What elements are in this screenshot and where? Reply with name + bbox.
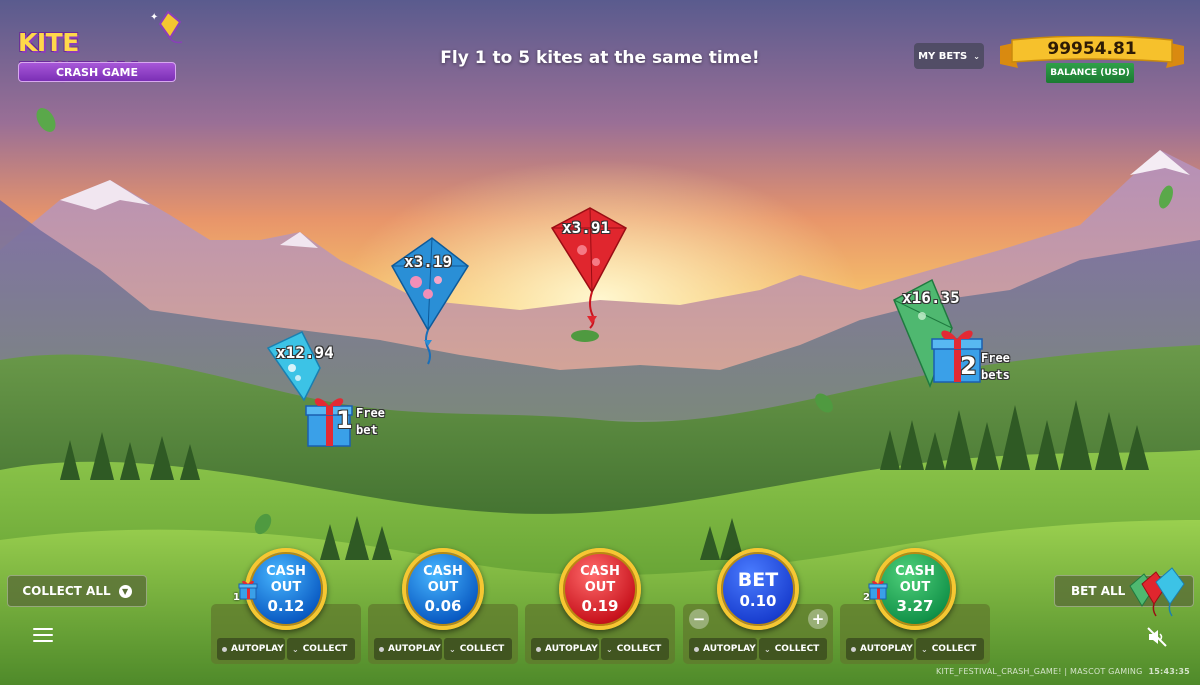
- kite-icon: ✦: [150, 10, 183, 44]
- chevron-down-icon: ⌄: [921, 644, 928, 654]
- collect-label: COLLECT: [616, 644, 662, 654]
- cash-out-value: 0.12: [267, 596, 305, 615]
- bet-label: BET: [737, 568, 779, 591]
- cash-text: CASH: [580, 563, 620, 579]
- chevron-down-icon: ▼: [118, 584, 132, 598]
- collect-all-button[interactable]: COLLECT ALL ▼: [7, 575, 147, 607]
- cash-out-label: CASH OUT: [885, 564, 945, 596]
- kite-4-free-bets-text: Free bets: [981, 350, 1010, 384]
- out-text: OUT: [899, 579, 931, 595]
- toggle-dot-icon: [851, 646, 856, 652]
- bets-label: bets: [981, 368, 1010, 382]
- autoplay-toggle[interactable]: AUTOPLAY: [689, 638, 757, 660]
- panel-toggles: AUTOPLAY ⌄ COLLECT: [846, 638, 984, 660]
- kite-1-free-bets-count: 1: [336, 406, 353, 434]
- kite-1-free-bets-text: Free bet: [356, 405, 385, 439]
- toggle-dot-icon: [694, 646, 699, 652]
- collect-label: COLLECT: [774, 644, 820, 654]
- out-text: OUT: [584, 579, 616, 595]
- out-text: OUT: [427, 579, 459, 595]
- gift-icon: [868, 580, 888, 600]
- free-bet-badge-count: 1: [233, 592, 240, 603]
- collect-label: COLLECT: [459, 644, 505, 654]
- cash-out-value: 3.27: [896, 596, 934, 615]
- collect-toggle[interactable]: ⌄ COLLECT: [287, 638, 355, 660]
- free-bet-badge-count: 2: [863, 592, 870, 603]
- bet-button[interactable]: BET 0.10: [717, 548, 799, 630]
- gift-icon: [238, 580, 258, 600]
- sound-muted-icon[interactable]: [1146, 626, 1168, 648]
- chevron-down-icon: ⌄: [449, 644, 456, 654]
- bet-label: bet: [356, 423, 378, 437]
- autoplay-label: AUTOPLAY: [388, 644, 441, 654]
- out-text: OUT: [270, 579, 302, 595]
- collect-all-label: COLLECT ALL: [22, 584, 111, 598]
- autoplay-toggle[interactable]: AUTOPLAY: [374, 638, 442, 660]
- increase-bet-button[interactable]: +: [808, 609, 828, 629]
- autoplay-label: AUTOPLAY: [231, 644, 284, 654]
- balance-amount: 99954.81: [1047, 39, 1137, 59]
- cash-out-label: CASH OUT: [570, 564, 630, 596]
- cash-out-label: CASH OUT: [413, 564, 473, 596]
- free-label: Free: [356, 406, 385, 420]
- footer-clock: 15:43:35: [1148, 667, 1190, 676]
- game-tagline: Fly 1 to 5 kites at the same time!: [440, 48, 760, 68]
- autoplay-toggle[interactable]: AUTOPLAY: [846, 638, 914, 660]
- chevron-down-icon: ⌄: [292, 644, 299, 654]
- autoplay-label: AUTOPLAY: [545, 644, 598, 654]
- my-bets-label: MY BETS: [918, 50, 968, 62]
- cash-text: CASH: [423, 563, 463, 579]
- autoplay-label: AUTOPLAY: [860, 644, 913, 654]
- cash-out-button-2[interactable]: CASH OUT 0.06: [402, 548, 484, 630]
- toggle-dot-icon: [379, 646, 384, 652]
- panel-toggles: AUTOPLAY ⌄ COLLECT: [374, 638, 512, 660]
- menu-icon[interactable]: [33, 628, 53, 644]
- balance-label: BALANCE (USD): [1046, 63, 1134, 83]
- autoplay-label: AUTOPLAY: [703, 644, 756, 654]
- kite-1-multiplier: x12.94: [276, 343, 334, 362]
- svg-text:✦: ✦: [150, 12, 158, 23]
- kite-2-multiplier: x3.19: [404, 252, 453, 271]
- chevron-down-icon: ⌄: [606, 644, 613, 654]
- cash-out-label: CASH OUT: [256, 564, 316, 596]
- cash-out-value: 0.06: [424, 596, 462, 615]
- bet-all-label: BET ALL: [1071, 584, 1126, 598]
- chevron-down-icon: ⌄: [764, 644, 771, 654]
- cash-out-button-3[interactable]: CASH OUT 0.19: [559, 548, 641, 630]
- game-logo: KITE FESTIVAL CRASH GAME ✦: [14, 8, 186, 86]
- kite-4-free-bets-count: 2: [960, 352, 977, 380]
- footer-info: KITE_FESTIVAL_CRASH_GAME! | MASCOT GAMIN…: [936, 667, 1190, 676]
- collect-toggle[interactable]: ⌄ COLLECT: [916, 638, 984, 660]
- toggle-dot-icon: [222, 646, 227, 652]
- cash-out-value: 0.19: [581, 596, 619, 615]
- chevron-down-icon: ⌄: [973, 51, 980, 61]
- kite-4-multiplier: x16.35: [902, 288, 960, 307]
- free-label: Free: [981, 351, 1010, 365]
- collect-toggle[interactable]: ⌄ COLLECT: [601, 638, 669, 660]
- footer-game-info: KITE_FESTIVAL_CRASH_GAME! | MASCOT GAMIN…: [936, 667, 1143, 676]
- collect-toggle[interactable]: ⌄ COLLECT: [444, 638, 512, 660]
- my-bets-button[interactable]: MY BETS ⌄: [914, 43, 984, 69]
- kite-3-multiplier: x3.91: [562, 218, 611, 237]
- autoplay-toggle[interactable]: AUTOPLAY: [217, 638, 285, 660]
- autoplay-toggle[interactable]: AUTOPLAY: [531, 638, 599, 660]
- collect-toggle[interactable]: ⌄ COLLECT: [759, 638, 827, 660]
- panel-toggles: AUTOPLAY ⌄ COLLECT: [217, 638, 355, 660]
- panel-toggles: AUTOPLAY ⌄ COLLECT: [689, 638, 827, 660]
- bet-value: 0.10: [739, 591, 777, 610]
- collect-label: COLLECT: [302, 644, 348, 654]
- cash-text: CASH: [266, 563, 306, 579]
- collect-label: COLLECT: [931, 644, 977, 654]
- kites-bundle-icon: [1129, 567, 1185, 617]
- logo-subtitle: CRASH GAME: [18, 62, 176, 82]
- cash-text: CASH: [895, 563, 935, 579]
- panel-toggles: AUTOPLAY ⌄ COLLECT: [531, 638, 669, 660]
- toggle-dot-icon: [536, 646, 541, 652]
- decrease-bet-button[interactable]: −: [689, 609, 709, 629]
